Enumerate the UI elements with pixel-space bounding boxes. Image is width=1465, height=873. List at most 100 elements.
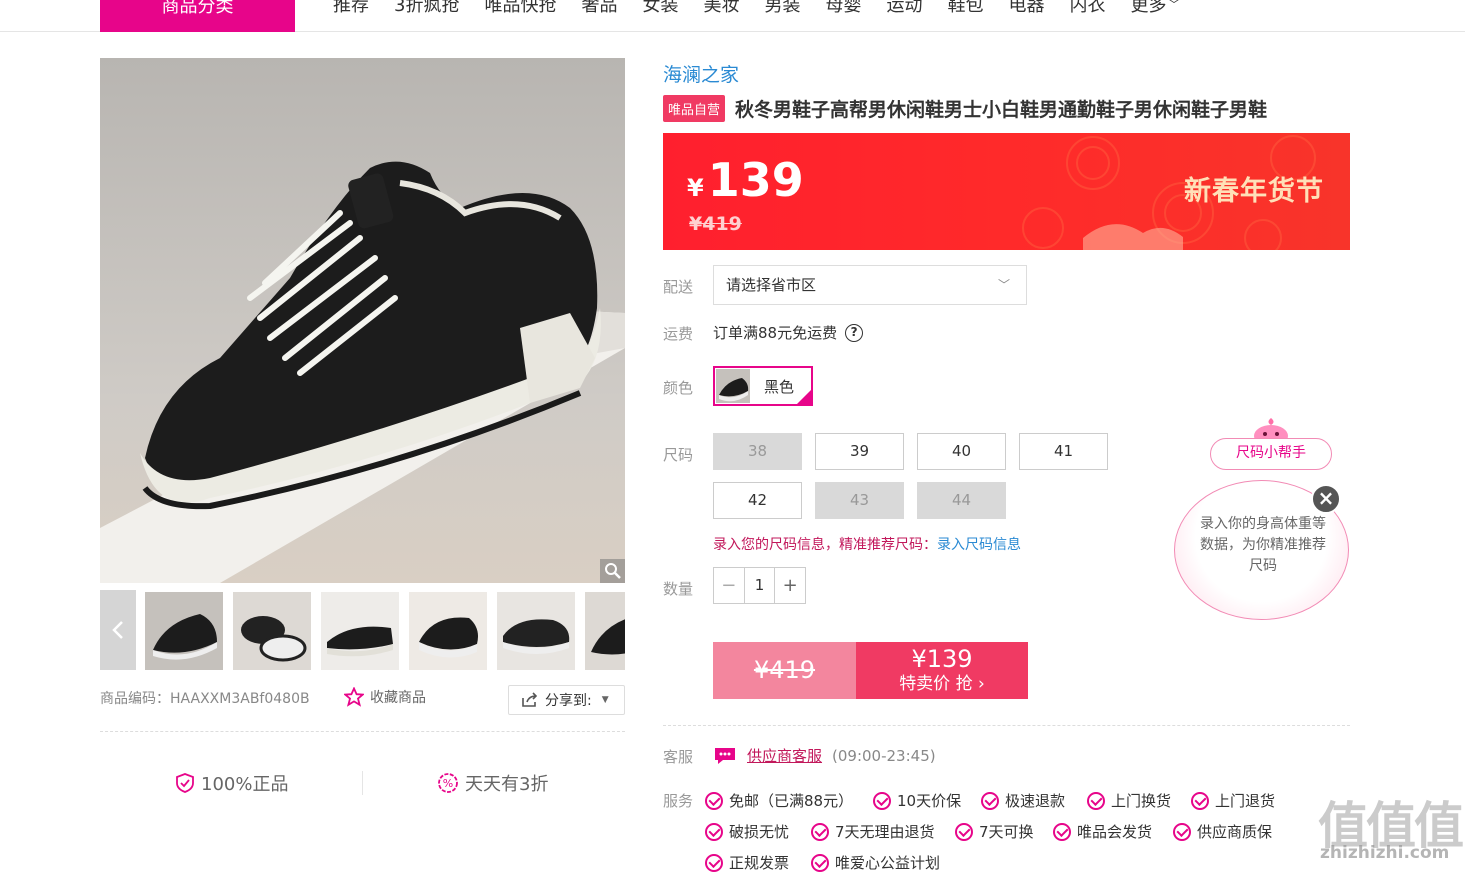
region-select[interactable]: 请选择省市区 ﹀ (713, 265, 1027, 305)
thumbnail[interactable] (233, 592, 311, 670)
color-swatch (716, 369, 750, 403)
check-circle-icon (1087, 791, 1105, 810)
size-option[interactable]: 39 (815, 433, 904, 470)
check-circle-icon (981, 791, 999, 810)
nav-item[interactable]: 男装 (764, 0, 800, 22)
size-option[interactable]: 42 (713, 482, 802, 519)
thumbnail[interactable] (321, 592, 399, 670)
favorite-label: 收藏商品 (370, 690, 426, 706)
nav-item[interactable]: 推荐 (333, 0, 369, 22)
thumbnail[interactable] (145, 592, 223, 670)
nav-items: 推荐 3折疯抢 唯品快抢 奢品 女装 美妆 男装 母婴 运动 鞋包 电器 内衣 … (333, 0, 1204, 22)
size-option[interactable]: 44 (917, 482, 1006, 519)
chevron-down-icon: ﹀ (1168, 0, 1180, 11)
product-title: 秋冬男鞋子高帮男休闲鞋男士小白鞋男通勤鞋子男休闲鞋子男鞋 (735, 99, 1268, 121)
original-price: ¥419 (689, 213, 742, 235)
check-circle-icon (705, 853, 723, 872)
title-row: 唯品自营 秋冬男鞋子高帮男休闲鞋男士小白鞋男通勤鞋子男休闲鞋子男鞋 (663, 95, 1267, 122)
customer-service-label: 客服 (663, 748, 694, 766)
guarantee-label: 100%正品 (201, 774, 289, 795)
service-text: 上门退货 (1215, 792, 1276, 810)
service-item: 正规发票 (705, 852, 789, 873)
service-item: 极速退款 (981, 790, 1065, 811)
category-button[interactable]: 商品分类 (100, 0, 295, 32)
size-hint: 录入您的尺码信息，精准推荐尺码：录入尺码信息 (713, 534, 1021, 554)
share-label: 分享到: (545, 693, 592, 709)
close-icon[interactable]: × (1311, 484, 1341, 514)
quantity-increase-button[interactable]: + (775, 568, 805, 603)
color-option-black[interactable]: 黑色 (713, 366, 813, 406)
buy-sale-price: ¥139 (911, 645, 973, 673)
nav-item[interactable]: 美妆 (703, 0, 739, 22)
guarantee-label: 天天有3折 (465, 774, 549, 795)
service-item: 7天可换 (955, 821, 1034, 842)
price-value: 139 (707, 153, 804, 207)
brand-link[interactable]: 海澜之家 (663, 60, 739, 87)
thumbnail[interactable] (409, 592, 487, 670)
thumbnail[interactable] (585, 592, 625, 670)
service-item: 供应商质保 (1173, 821, 1272, 842)
nav-item[interactable]: 运动 (886, 0, 922, 22)
nav-item[interactable]: 电器 (1008, 0, 1044, 22)
zoom-icon[interactable] (600, 559, 625, 583)
customer-service: 供应商客服 (09:00-23:45) (713, 745, 936, 766)
size-option[interactable]: 43 (815, 482, 904, 519)
color-label: 颜色 (663, 379, 694, 397)
service-item: 10天价保 (873, 790, 961, 811)
favorite-button[interactable]: 收藏商品 (344, 687, 426, 707)
quantity-input[interactable]: 1 (743, 568, 776, 603)
nav-item-more[interactable]: 更多 ﹀ (1130, 0, 1179, 22)
service-text: 上门换货 (1111, 792, 1172, 810)
top-nav: 商品分类 推荐 3折疯抢 唯品快抢 奢品 女装 美妆 男装 母婴 运动 鞋包 电… (0, 0, 1465, 32)
sku-line: 商品编码：HAAXXM3ABf0480B (100, 688, 310, 708)
guarantee-discount: % 天天有3折 (437, 770, 548, 796)
size-helper-title[interactable]: 尺码小帮手 (1210, 438, 1332, 470)
nav-item[interactable]: 女装 (642, 0, 678, 22)
check-circle-icon (811, 822, 829, 841)
check-circle-icon (705, 791, 723, 810)
service-text: 7天可换 (979, 823, 1034, 841)
chat-icon (715, 747, 735, 764)
share-button[interactable]: 分享到: ▼ (508, 685, 625, 715)
buy-button[interactable]: ¥419 ¥139 特卖价 抢 › (713, 642, 1028, 699)
quantity-label: 数量 (663, 580, 694, 598)
shipping-info: 订单满88元免运费 ? (713, 322, 864, 343)
size-entry-link[interactable]: 录入尺码信息 (937, 537, 1021, 553)
share-icon (522, 692, 538, 707)
thumbnail[interactable] (497, 592, 575, 670)
service-text: 唯品会发货 (1077, 823, 1153, 841)
festival-label: 新春年货节 (1184, 176, 1324, 207)
nav-item[interactable]: 唯品快抢 (484, 0, 556, 22)
size-helper-text: 录入你的身高体重等数据，为你精准推荐尺码 (1200, 516, 1326, 574)
service-item: 7天无理由退货 (811, 821, 935, 842)
service-text: 正规发票 (729, 854, 790, 872)
check-circle-icon (1053, 822, 1071, 841)
product-main-image[interactable] (100, 58, 625, 583)
nav-item[interactable]: 内衣 (1069, 0, 1105, 22)
help-icon[interactable]: ? (845, 323, 864, 342)
service-text: 免邮（已满88元） (729, 792, 854, 810)
thumbnail-prev-button[interactable] (100, 590, 136, 670)
service-hours: (09:00-23:45) (832, 746, 936, 765)
check-circle-icon (873, 791, 891, 810)
quantity-stepper: − 1 + (713, 567, 806, 604)
service-item: 破损无忧 (705, 821, 789, 842)
nav-item[interactable]: 母婴 (825, 0, 861, 22)
size-option[interactable]: 40 (917, 433, 1006, 470)
supplier-service-link[interactable]: 供应商客服 (747, 745, 822, 766)
buy-sale: ¥139 特卖价 抢 › (856, 642, 1028, 699)
percent-badge-icon: % (438, 773, 458, 793)
price-banner: ¥139 ¥419 新春年货节 (663, 133, 1350, 250)
service-label: 服务 (663, 792, 694, 810)
nav-item[interactable]: 奢品 (581, 0, 617, 22)
size-option[interactable]: 41 (1019, 433, 1108, 470)
quantity-decrease-button[interactable]: − (714, 568, 744, 603)
size-option[interactable]: 38 (713, 433, 802, 470)
service-text: 供应商质保 (1197, 823, 1273, 841)
service-text: 破损无忧 (729, 823, 790, 841)
star-icon (344, 687, 364, 707)
current-price: ¥139 (687, 153, 804, 207)
nav-item[interactable]: 鞋包 (947, 0, 983, 22)
sku-code: HAAXXM3ABf0480B (170, 691, 310, 707)
nav-item[interactable]: 3折疯抢 (394, 0, 459, 22)
